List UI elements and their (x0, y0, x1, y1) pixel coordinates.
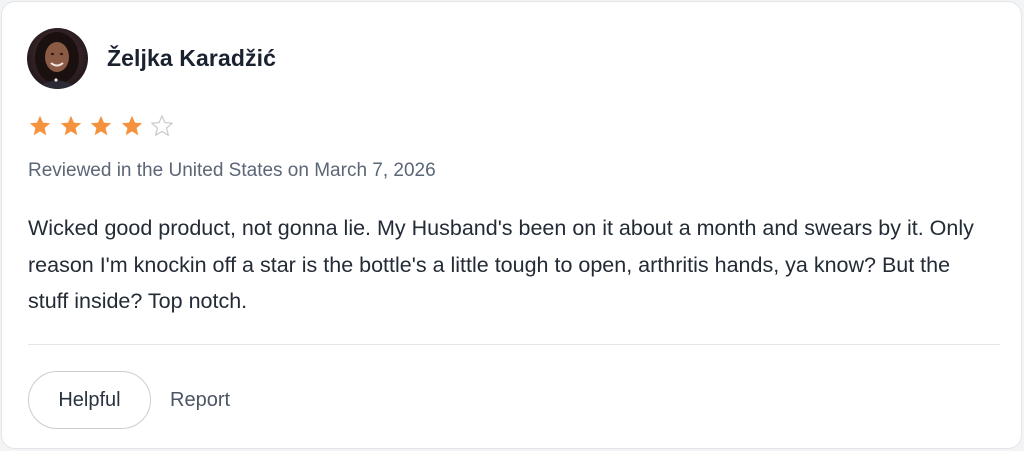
star-filled-icon (121, 115, 142, 136)
review-actions: Helpful Report (28, 371, 230, 429)
divider (28, 344, 1000, 345)
star-filled-icon (29, 115, 51, 136)
star-empty-icon (151, 115, 173, 136)
review-card: Željka Karadžić Reviewed in the United S… (1, 1, 1022, 449)
review-header: Željka Karadžić (27, 27, 276, 89)
reviewer-name: Željka Karadžić (107, 44, 276, 71)
star-rating (28, 113, 181, 139)
review-date: Reviewed in the United States on March 7… (28, 160, 436, 181)
review-text: Wicked good product, not gonna lie. My H… (28, 216, 974, 313)
star-filled-icon (90, 115, 112, 136)
report-link[interactable]: Report (170, 389, 230, 412)
avatar (27, 27, 88, 89)
helpful-button[interactable]: Helpful (28, 371, 151, 429)
reviewer-photo-icon (27, 27, 88, 89)
star-filled-icon (60, 115, 81, 136)
